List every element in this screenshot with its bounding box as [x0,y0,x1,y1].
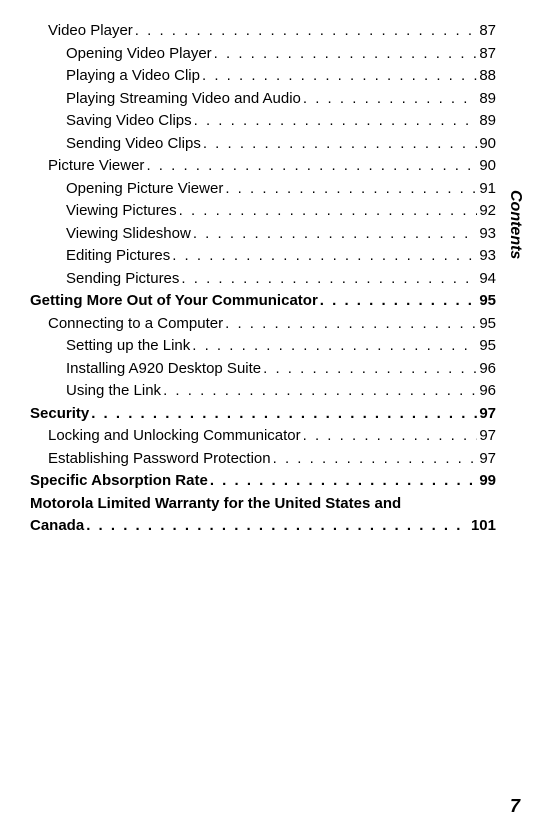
toc-title: Editing Pictures [66,245,170,268]
toc-leader-dots [225,313,477,336]
toc-page: 90 [479,155,496,178]
toc-leader-dots [179,200,478,223]
toc-leader-dots [146,155,477,178]
toc-leader-dots [303,425,478,448]
toc-leader-dots [203,133,477,156]
toc-title: Video Player [48,20,133,43]
toc-title: Setting up the Link [66,335,190,358]
toc-leader-dots [202,65,477,88]
toc-leader-dots [192,335,477,358]
toc-page: 89 [479,88,496,111]
toc-leader-dots [210,470,478,493]
toc-title: Getting More Out of Your Communicator [30,290,318,313]
toc-page: 92 [479,200,496,223]
toc-leader-dots [225,178,477,201]
toc-entry: Viewing Slideshow 93 [66,223,496,246]
toc-title: Using the Link [66,380,161,403]
toc-page: 96 [479,380,496,403]
toc-leader-dots [163,380,477,403]
toc-entry: Sending Pictures 94 [66,268,496,291]
table-of-contents: Video Player87Opening Video Player87Play… [30,20,496,538]
toc-title: Sending Pictures [66,268,179,291]
toc-entry: Motorola Limited Warranty for the United… [30,493,496,538]
toc-page: 99 [479,470,496,493]
toc-title: Playing a Video Clip [66,65,200,88]
toc-page: 96 [479,358,496,381]
toc-entry: Getting More Out of Your Communicator 95 [30,290,496,313]
toc-title: Connecting to a Computer [48,313,223,336]
toc-page: 95 [479,335,496,358]
toc-title: Opening Picture Viewer [66,178,223,201]
toc-page: 97 [479,448,496,471]
toc-page: 94 [479,268,496,291]
toc-leader-dots [194,110,478,133]
toc-page: 101 [471,515,496,538]
toc-entry: Locking and Unlocking Communicator 97 [48,425,496,448]
toc-page: 95 [479,290,496,313]
toc-page: 91 [479,178,496,201]
toc-leader-dots [214,43,478,66]
toc-leader-dots [172,245,477,268]
toc-leader-dots [135,20,478,43]
toc-title: Opening Video Player [66,43,212,66]
toc-title: Playing Streaming Video and Audio [66,88,301,111]
toc-leader-dots [193,223,478,246]
toc-page: 97 [479,403,496,426]
toc-entry: Playing Streaming Video and Audio 89 [66,88,496,111]
toc-page: 89 [479,110,496,133]
toc-entry: Connecting to a Computer 95 [48,313,496,336]
toc-leader-dots [86,515,469,538]
toc-entry: Installing A920 Desktop Suite 96 [66,358,496,381]
page-number: 7 [510,796,520,817]
toc-entry: Sending Video Clips 90 [66,133,496,156]
toc-title: Viewing Pictures [66,200,177,223]
toc-entry: Establishing Password Protection 97 [48,448,496,471]
toc-title: Canada [30,515,84,538]
toc-entry: Editing Pictures 93 [66,245,496,268]
toc-leader-dots [303,88,477,111]
toc-title: Establishing Password Protection [48,448,271,471]
toc-page: 88 [479,65,496,88]
toc-title: Motorola Limited Warranty for the United… [30,493,496,516]
toc-title: Locking and Unlocking Communicator [48,425,301,448]
toc-entry-line2: Canada 101 [30,515,496,538]
toc-entry: Opening Picture Viewer 91 [66,178,496,201]
toc-title: Viewing Slideshow [66,223,191,246]
toc-page: 87 [479,43,496,66]
toc-entry: Viewing Pictures 92 [66,200,496,223]
toc-entry: Opening Video Player 87 [66,43,496,66]
toc-title: Installing A920 Desktop Suite [66,358,261,381]
toc-title: Security [30,403,89,426]
toc-page: 90 [479,133,496,156]
toc-entry: Specific Absorption Rate 99 [30,470,496,493]
toc-leader-dots [91,403,477,426]
toc-leader-dots [273,448,478,471]
toc-leader-dots [320,290,478,313]
toc-title: Sending Video Clips [66,133,201,156]
toc-page: 95 [479,313,496,336]
toc-page: 93 [479,223,496,246]
toc-entry: Picture Viewer 90 [48,155,496,178]
toc-page: 97 [479,425,496,448]
toc-page: 87 [479,20,496,43]
toc-title: Saving Video Clips [66,110,192,133]
side-label: Contents [506,190,524,259]
toc-entry: Video Player 87 [48,20,496,43]
toc-entry: Playing a Video Clip 88 [66,65,496,88]
toc-page: 93 [479,245,496,268]
toc-title: Specific Absorption Rate [30,470,208,493]
toc-title: Picture Viewer [48,155,144,178]
toc-leader-dots [181,268,477,291]
toc-leader-dots [263,358,477,381]
toc-entry: Using the Link 96 [66,380,496,403]
toc-entry: Security 97 [30,403,496,426]
toc-entry: Saving Video Clips 89 [66,110,496,133]
toc-entry: Setting up the Link 95 [66,335,496,358]
